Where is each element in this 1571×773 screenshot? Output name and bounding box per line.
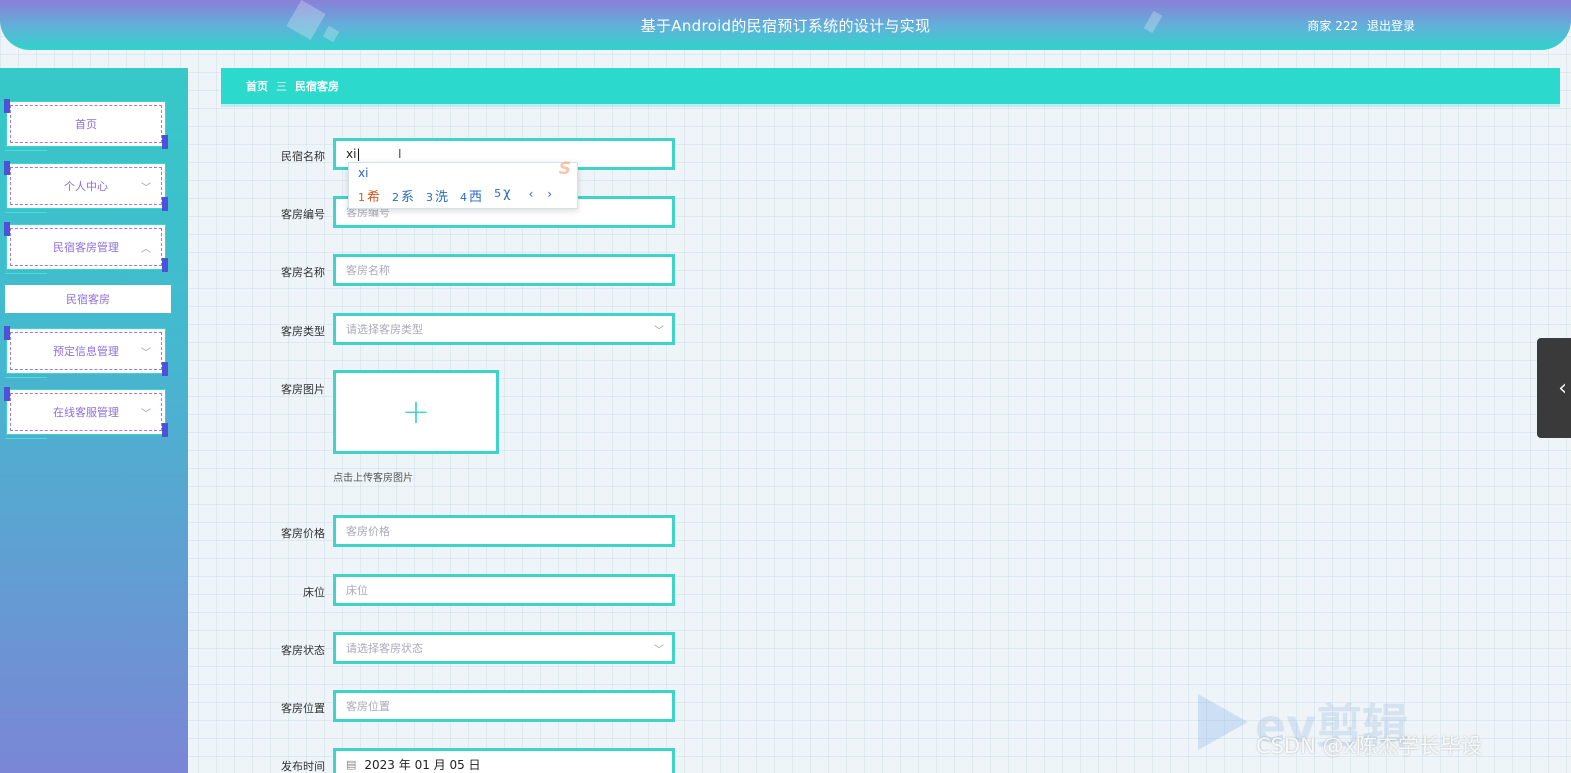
room-type-label: 客房类型	[281, 325, 325, 338]
sidebar-subitem-homestay-rooms[interactable]: 民宿客房	[5, 285, 171, 313]
room-status-label: 客房状态	[281, 644, 325, 657]
room-price-placeholder: 客房价格	[346, 525, 390, 538]
room-price-input[interactable]: 客房价格	[333, 515, 675, 547]
chevron-down-icon: ﹀	[141, 183, 151, 194]
room-name-label: 客房名称	[281, 266, 325, 279]
bed-input[interactable]: 床位	[333, 574, 675, 606]
sidebar-item-personal-center[interactable]: 个人中心 ﹀	[4, 161, 168, 213]
logout-link[interactable]: 退出登录	[1367, 19, 1415, 33]
sidebar-item-home[interactable]: 首页	[4, 99, 168, 151]
bed-placeholder: 床位	[346, 584, 368, 597]
top-header: 基于Android的民宿预订系统的设计与实现 商家 222 退出登录	[0, 0, 1571, 50]
sidebar-item-label: 预定信息管理	[53, 345, 119, 358]
play-watermark-icon	[1198, 694, 1248, 750]
publish-time-label: 发布时间	[281, 760, 325, 773]
ime-candidate[interactable]: 5χ	[494, 186, 511, 205]
calendar-icon: ▤	[346, 757, 357, 771]
text-cursor: |	[356, 147, 361, 161]
publish-time-value: 2023 年 01 月 05 日	[364, 757, 481, 772]
ime-pinyin: xi	[358, 166, 369, 180]
ime-logo-icon: S	[558, 159, 571, 179]
room-location-label: 客房位置	[281, 702, 325, 715]
room-type-placeholder: 请选择客房类型	[346, 323, 423, 336]
mouse-ibeam-cursor: I	[398, 147, 402, 161]
room-status-select[interactable]: 请选择客房状态 ﹀	[333, 632, 675, 664]
room-location-input[interactable]: 客房位置	[333, 690, 675, 722]
sidebar-item-label: 首页	[75, 118, 97, 131]
room-name-input[interactable]: 客房名称	[333, 254, 675, 286]
ime-candidate-popup: S xi 1希 2系 3洗 4西 5χ ‹ ›	[348, 159, 578, 209]
breadcrumb-current: 民宿客房	[295, 80, 339, 93]
sidebar-item-online-service[interactable]: 在线客服管理 ﹀	[4, 387, 168, 439]
ime-page-nav[interactable]: ‹ ›	[529, 187, 557, 201]
chevron-up-icon: ︿	[141, 244, 151, 255]
ime-candidate[interactable]: 4西	[460, 186, 482, 205]
room-number-label: 客房编号	[281, 208, 325, 221]
chevron-down-icon: ﹀	[141, 409, 151, 420]
sidebar-item-booking-management[interactable]: 预定信息管理 ﹀	[4, 326, 168, 378]
breadcrumb: 首页 三 民宿客房	[221, 68, 1560, 104]
bed-label: 床位	[303, 586, 325, 599]
room-image-label: 客房图片	[281, 383, 325, 396]
homestay-name-label: 民宿名称	[281, 150, 325, 163]
sidebar-item-label: 在线客服管理	[53, 406, 119, 419]
room-name-placeholder: 客房名称	[346, 264, 390, 277]
ime-candidate[interactable]: 3洗	[426, 186, 448, 205]
plus-icon: +	[401, 392, 431, 432]
drawer-toggle-button[interactable]: ‹	[1537, 338, 1571, 438]
room-type-select[interactable]: 请选择客房类型 ﹀	[333, 313, 675, 345]
publish-time-datepicker[interactable]: ▤ 2023 年 01 月 05 日	[333, 748, 675, 773]
sidebar-item-room-management[interactable]: 民宿客房管理 ︿	[4, 222, 168, 274]
room-location-placeholder: 客房位置	[346, 700, 390, 713]
ime-candidate[interactable]: 1希	[358, 186, 380, 205]
breadcrumb-separator: 三	[276, 80, 287, 93]
csdn-watermark: CSDN @x陈杰学长毕设	[1256, 734, 1482, 758]
homestay-name-value: xi	[346, 147, 357, 161]
room-price-label: 客房价格	[281, 527, 325, 540]
upload-hint: 点击上传客房图片	[333, 473, 413, 484]
image-upload-button[interactable]: +	[333, 370, 499, 454]
sidebar-item-label: 民宿客房管理	[53, 241, 119, 254]
chevron-down-icon: ﹀	[654, 645, 664, 656]
sidebar: 首页 个人中心 ﹀ 民宿客房管理 ︿ 民宿客房 预定信息管理 ﹀ 在线客服管理 …	[0, 68, 188, 773]
chevron-down-icon: ﹀	[654, 326, 664, 337]
ime-candidate[interactable]: 2系	[392, 186, 414, 205]
breadcrumb-home[interactable]: 首页	[246, 78, 268, 94]
chevron-left-icon: ‹	[1558, 375, 1567, 401]
ime-candidates: 1希 2系 3洗 4西 5χ	[358, 186, 511, 205]
user-area: 商家 222 退出登录	[1302, 17, 1415, 34]
room-status-placeholder: 请选择客房状态	[346, 642, 423, 655]
sidebar-item-label: 个人中心	[64, 180, 108, 193]
chevron-down-icon: ﹀	[141, 348, 151, 359]
user-name: 商家 222	[1307, 19, 1359, 33]
